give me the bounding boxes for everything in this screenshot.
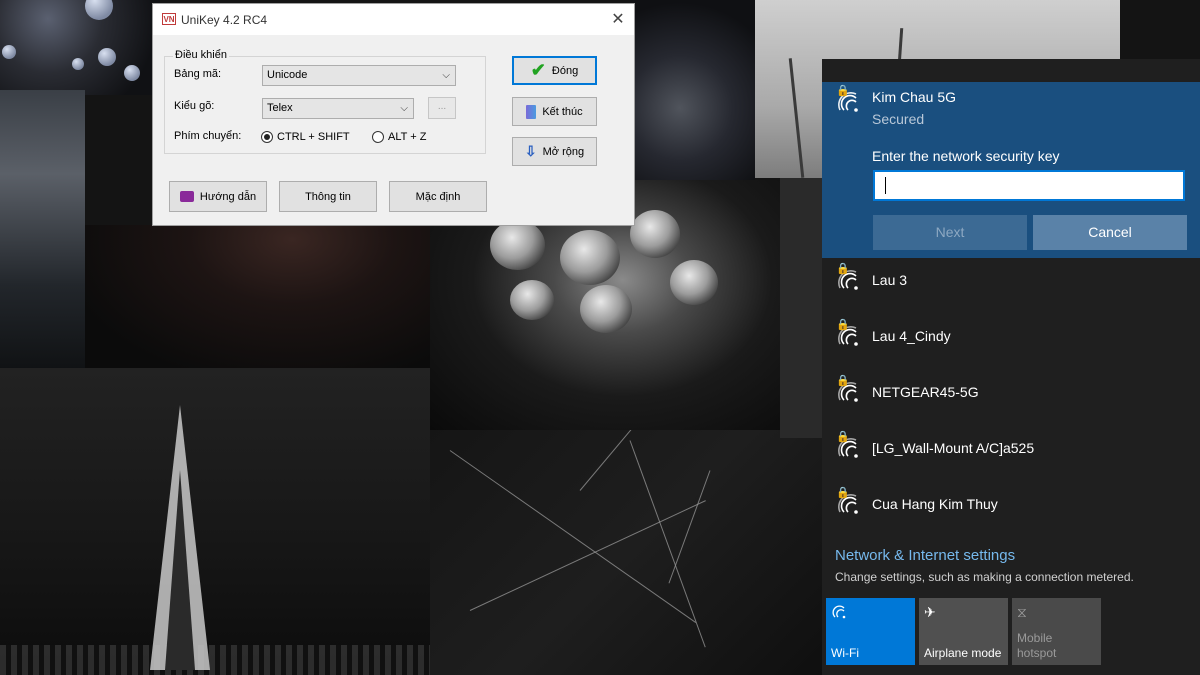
mobile-hotspot-label: Mobile hotspot: [1017, 631, 1057, 660]
title-bar[interactable]: VN UniKey 4.2 RC4 ✕: [153, 4, 634, 35]
wifi-secured-icon: 🔒: [836, 375, 862, 406]
radio-ctrl-shift[interactable]: CTRL + SHIFT: [261, 131, 350, 143]
network-item[interactable]: 🔒 Cua Hang Kim Thuy: [822, 476, 1200, 532]
network-name: [LG_Wall-Mount A/C]a525: [872, 440, 1035, 456]
wallpaper-paris: [0, 368, 430, 675]
input-method-label: Kiểu gõ:: [174, 100, 215, 112]
wallpaper-balloons: [0, 0, 160, 95]
network-status: Secured: [872, 111, 925, 127]
charset-value: Unicode: [267, 69, 308, 81]
network-item[interactable]: 🔒 Lau 3: [822, 252, 1200, 308]
network-item[interactable]: 🔒 Lau 4_Cindy: [822, 308, 1200, 364]
wallpaper-clouds: [0, 90, 85, 370]
mobile-hotspot-toggle[interactable]: ⧖ Mobile hotspot: [1012, 598, 1101, 665]
exit-icon: [526, 104, 537, 119]
wifi-secured-icon: 🔒: [836, 487, 862, 518]
default-button[interactable]: Mặc định: [389, 181, 487, 212]
security-key-label: Enter the network security key: [872, 148, 1060, 164]
security-key-input[interactable]: [873, 170, 1185, 201]
hotspot-icon: ⧖: [1017, 604, 1027, 620]
wifi-toggle-label: Wi-Fi: [831, 646, 859, 660]
wallpaper-hands: [85, 225, 430, 370]
check-icon: ✔: [530, 60, 546, 80]
radio-unselected-icon: [372, 131, 384, 143]
unikey-window: VN UniKey 4.2 RC4 ✕ Điều khiển Bảng mã: …: [152, 3, 635, 226]
charset-select[interactable]: Unicode ⌵: [262, 65, 456, 86]
arrow-down-icon: ⇩: [524, 143, 537, 159]
network-item[interactable]: 🔒 [LG_Wall-Mount A/C]a525: [822, 420, 1200, 476]
book-icon: [179, 191, 194, 202]
network-item[interactable]: 🔒 NETGEAR45-5G: [822, 364, 1200, 420]
input-method-options-button[interactable]: ...: [428, 97, 456, 119]
network-name: NETGEAR45-5G: [872, 384, 979, 400]
wifi-secured-icon: 🔒: [836, 263, 862, 294]
chevron-down-icon: ⌵: [400, 103, 408, 114]
info-button[interactable]: Thông tin: [279, 181, 377, 212]
airplane-icon: ✈: [924, 604, 936, 620]
chevron-down-icon: ⌵: [442, 70, 450, 81]
wifi-secured-icon: 🔒: [836, 319, 862, 350]
wifi-secured-icon: 🔒: [836, 431, 862, 462]
wallpaper-marble: [430, 430, 825, 675]
close-icon[interactable]: ✕: [602, 4, 634, 35]
input-method-select[interactable]: Telex ⌵: [262, 98, 414, 119]
text-caret: [885, 177, 886, 194]
input-method-value: Telex: [267, 102, 293, 114]
wifi-icon: [831, 605, 847, 623]
window-title: UniKey 4.2 RC4: [181, 13, 268, 27]
unikey-app-icon: VN: [162, 13, 176, 25]
exit-button[interactable]: Kết thúc: [512, 97, 597, 126]
network-name: Lau 3: [872, 272, 908, 288]
wallpaper-night-sky: [630, 0, 755, 180]
network-name: Cua Hang Kim Thuy: [872, 496, 998, 512]
switch-key-label: Phím chuyển:: [174, 130, 242, 142]
wifi-toggle[interactable]: Wi-Fi: [826, 598, 915, 665]
airplane-mode-label: Airplane mode: [924, 646, 1002, 660]
expand-button[interactable]: ⇩ Mở rộng: [512, 137, 597, 166]
help-button[interactable]: Hướng dẫn: [169, 181, 267, 212]
network-name: Kim Chau 5G: [872, 89, 957, 105]
airplane-mode-toggle[interactable]: ✈ Airplane mode: [919, 598, 1008, 665]
radio-selected-icon: [261, 131, 273, 143]
network-flyout: 🔒 Kim Chau 5G Secured Enter the network …: [822, 59, 1200, 675]
network-item-active[interactable]: 🔒 Kim Chau 5G Secured Enter the network …: [822, 82, 1200, 258]
wifi-secured-icon: 🔒: [836, 85, 862, 116]
cancel-button[interactable]: Cancel: [1033, 215, 1187, 250]
network-settings-link[interactable]: Network & Internet settings: [835, 547, 1015, 564]
network-settings-description: Change settings, such as making a connec…: [835, 570, 1134, 584]
group-label: Điều khiển: [173, 49, 229, 61]
close-button[interactable]: ✔ Đóng: [512, 56, 597, 85]
network-name: Lau 4_Cindy: [872, 328, 951, 344]
charset-label: Bảng mã:: [174, 68, 222, 80]
radio-alt-z[interactable]: ALT + Z: [372, 131, 426, 143]
next-button[interactable]: Next: [873, 215, 1027, 250]
